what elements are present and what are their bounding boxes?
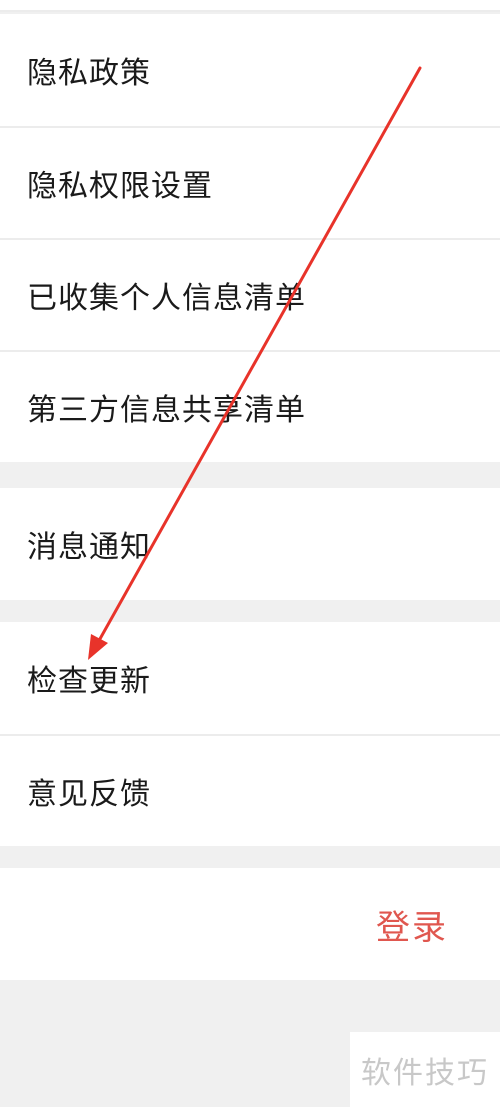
third-party-sharing-list-item[interactable]: 第三方信息共享清单	[0, 350, 500, 462]
collected-personal-info-list-label: 已收集个人信息清单	[27, 281, 306, 316]
app-group: 检查更新 意见反馈	[0, 622, 500, 846]
collected-personal-info-list-item[interactable]: 已收集个人信息清单	[0, 238, 500, 350]
check-update-label: 检查更新	[27, 664, 151, 699]
privacy-group: 隐私政策 隐私权限设置 已收集个人信息清单 第三方信息共享清单	[0, 14, 500, 462]
message-notification-item[interactable]: 消息通知	[0, 488, 500, 600]
login-button[interactable]: 登录	[0, 868, 500, 980]
privacy-policy-label: 隐私政策	[27, 56, 151, 91]
settings-page: 隐私政策 隐私权限设置 已收集个人信息清单 第三方信息共享清单 消息通知 检查更…	[0, 0, 500, 1107]
notification-group: 消息通知	[0, 488, 500, 600]
watermark-text: 软件技巧	[361, 1055, 489, 1091]
login-label: 登录	[376, 907, 448, 948]
privacy-permission-settings-label: 隐私权限设置	[27, 169, 213, 204]
feedback-label: 意见反馈	[27, 777, 151, 812]
third-party-sharing-list-label: 第三方信息共享清单	[27, 393, 306, 428]
check-update-item[interactable]: 检查更新	[0, 622, 500, 734]
feedback-item[interactable]: 意见反馈	[0, 734, 500, 846]
login-group: 登录	[0, 868, 500, 980]
watermark: 软件技巧	[350, 1032, 500, 1107]
privacy-permission-settings-item[interactable]: 隐私权限设置	[0, 126, 500, 238]
top-divider	[0, 0, 500, 12]
message-notification-label: 消息通知	[27, 530, 151, 565]
privacy-policy-item[interactable]: 隐私政策	[0, 14, 500, 126]
